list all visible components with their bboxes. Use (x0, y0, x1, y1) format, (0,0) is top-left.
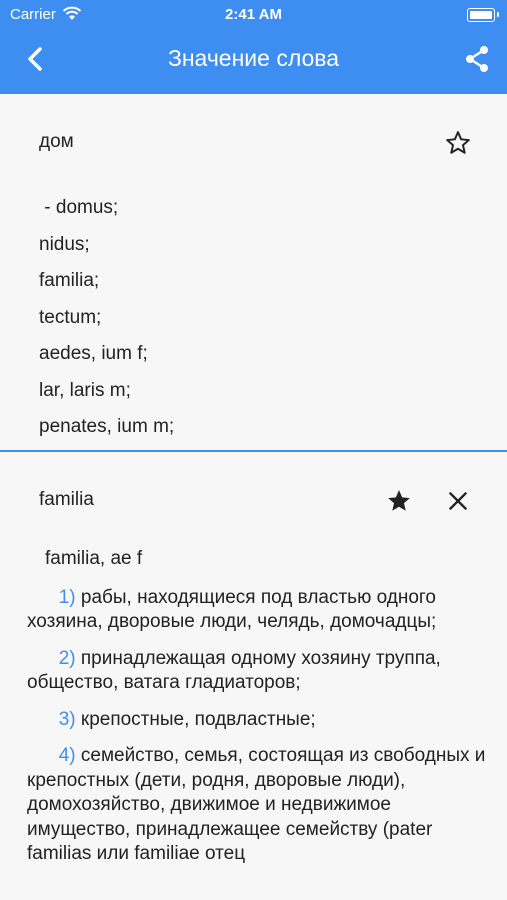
list-item: - domus; (39, 197, 119, 218)
translation-list: - domus; nidus; familia; tectum; aedes, … (39, 190, 174, 446)
close-icon[interactable] (445, 488, 471, 514)
headword: familia, ae f (45, 548, 143, 569)
entry-word: дом (39, 131, 74, 152)
list-item: penates, ium m; (39, 416, 175, 437)
clock: 2:41 AM (225, 6, 282, 23)
sense-text: семейство, семья, состоящая из свободных… (27, 745, 486, 864)
status-bar: Carrier 2:41 AM (0, 0, 507, 30)
sense-number: 3) (58, 708, 76, 730)
sense-item: 2) принадлежащая одному хозяину труппа, … (27, 647, 497, 696)
page-title: Значение слова (167, 45, 340, 71)
sense-item: 1) рабы, находящиеся под властью одного … (27, 586, 497, 635)
sense-text: принадлежащая одному хозяину труппа, общ… (27, 647, 441, 694)
star-filled-icon[interactable] (386, 488, 412, 514)
list-item: nidus; (39, 233, 90, 255)
sense-item: 3) крепостные, подвластные; (27, 708, 497, 733)
star-outline-icon[interactable] (445, 130, 471, 156)
sense-text: рабы, находящиеся под властью одного хоз… (27, 586, 437, 633)
list-item: lar, laris m; (39, 379, 131, 401)
sense-number: 2) (58, 647, 76, 669)
list-item: tectum; (39, 306, 102, 328)
list-item: familia; (39, 270, 100, 291)
entry-word: familia (39, 489, 94, 510)
sense-number: 1) (58, 586, 76, 608)
definition-text: familia, ae f 1) рабы, находящиеся под в… (27, 547, 497, 879)
battery-icon (467, 8, 499, 22)
app-header: Carrier 2:41 AM Значение слова (0, 0, 507, 94)
sense-item: 4) семейство, семья, состоящая из свобод… (27, 744, 497, 867)
sense-number: 4) (58, 745, 76, 766)
list-item: aedes, ium f; (39, 343, 148, 364)
sense-text: крепостные, подвластные; (80, 708, 316, 730)
share-icon[interactable] (463, 44, 491, 74)
